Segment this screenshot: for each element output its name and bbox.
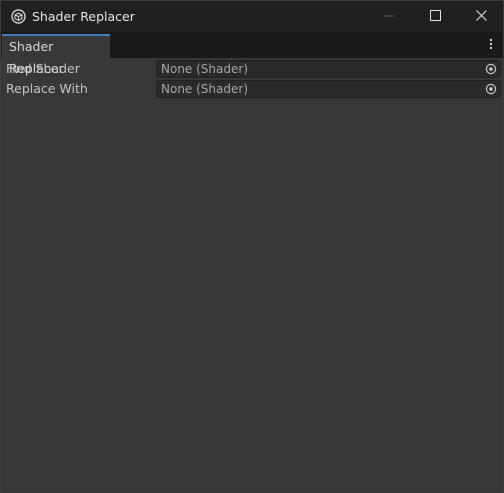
tab-strip: Shader Replacer xyxy=(1,32,503,76)
minimize-icon xyxy=(384,10,394,24)
replace-with-field[interactable]: None (Shader) xyxy=(156,80,501,98)
find-shader-label: Find Shader xyxy=(6,61,80,76)
maximize-icon xyxy=(429,9,441,24)
close-button[interactable] xyxy=(458,1,503,32)
tab-shader-replacer[interactable]: Shader Replacer xyxy=(2,34,110,76)
replace-with-label: Replace With xyxy=(6,81,88,96)
title-bar[interactable]: Shader Replacer xyxy=(1,1,503,32)
kebab-menu-icon xyxy=(489,38,493,53)
unity-icon xyxy=(11,9,26,24)
editor-window: Shader Replacer Shader Replacer Find Sha… xyxy=(0,0,504,493)
replace-with-value: None (Shader) xyxy=(161,82,248,96)
minimize-button[interactable] xyxy=(366,1,412,32)
find-shader-field[interactable]: None (Shader) xyxy=(156,60,501,78)
find-shader-value: None (Shader) xyxy=(161,62,248,76)
close-icon xyxy=(475,9,487,24)
window-title: Shader Replacer xyxy=(32,9,135,24)
maximize-button[interactable] xyxy=(412,1,458,32)
object-picker-icon[interactable] xyxy=(485,83,497,95)
find-shader-row: Find Shader None (Shader) xyxy=(1,59,503,79)
more-options-button[interactable] xyxy=(485,38,497,52)
replace-with-row: Replace With None (Shader) xyxy=(1,79,503,99)
object-picker-icon[interactable] xyxy=(485,63,497,75)
